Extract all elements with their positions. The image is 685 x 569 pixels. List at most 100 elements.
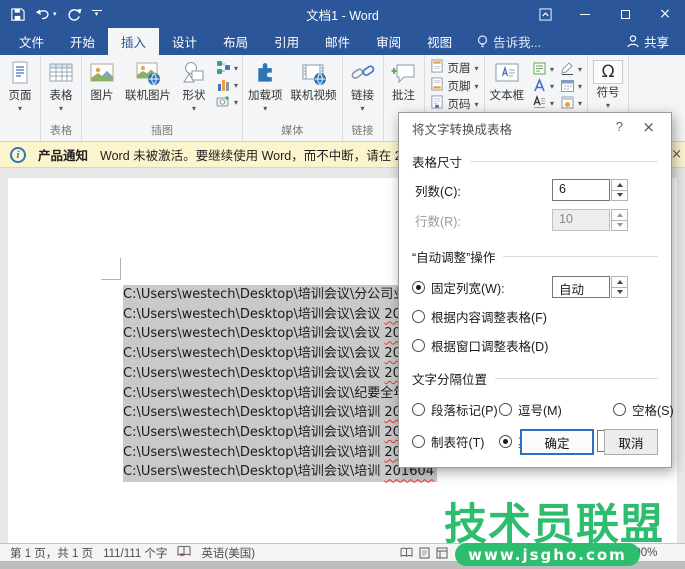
share-button[interactable]: 共享 — [619, 28, 677, 55]
notification-close-icon[interactable]: × — [671, 147, 682, 162]
paragraph-marks-radio[interactable] — [412, 403, 425, 416]
document-line[interactable]: C:\Users\westech\Desktop\培训会议\培训 201602 — [123, 423, 437, 443]
header-button[interactable]: 页眉▾ — [430, 59, 479, 76]
signature-line-button[interactable]: ▾ — [560, 61, 582, 76]
button-label: 批注 — [392, 90, 415, 103]
word-count[interactable]: 111/111 个字 — [103, 545, 167, 561]
wordart-button[interactable]: ▾ — [532, 78, 554, 93]
chart-button[interactable]: ▾ — [216, 77, 238, 92]
shapes-button[interactable]: 形状▾ — [175, 56, 213, 113]
undo-icon[interactable]: ▾ — [35, 8, 57, 21]
title-and-tab-bar: ▾ ▾ 文档1 - Word × 文件开始插入设计布局引用邮件审阅视图 — [0, 0, 685, 55]
tab-design[interactable]: 设计 — [159, 28, 210, 55]
picture-button[interactable]: 图片 — [83, 56, 121, 103]
document-line[interactable]: C:\Users\westech\Desktop\培训会议\培训 201601 — [123, 403, 437, 423]
columns-spinner[interactable]: 6 — [552, 179, 628, 201]
button-label: 图片 — [91, 90, 114, 103]
dropdown-arrow-icon: ▾ — [192, 105, 196, 113]
tab-file[interactable]: 文件 — [6, 28, 57, 55]
redo-icon[interactable] — [67, 8, 82, 21]
close-button[interactable]: × — [645, 0, 685, 28]
table-button[interactable]: 表格▾ — [42, 56, 80, 113]
document-line[interactable]: C:\Users\westech\Desktop\培训会议\会议 201601 — [123, 305, 437, 325]
object-button[interactable]: ▾ — [560, 95, 582, 110]
autofit-contents-radio[interactable] — [412, 310, 425, 323]
tab-home[interactable]: 开始 — [57, 28, 108, 55]
link-button[interactable]: 链接▾ — [344, 56, 382, 113]
group-label — [1, 124, 39, 141]
spin-up-button[interactable] — [611, 179, 628, 191]
customize-quick-access-icon[interactable]: ▾ — [92, 10, 102, 18]
proofing-error-icon[interactable] — [177, 545, 191, 560]
tab-view[interactable]: 视图 — [414, 28, 465, 55]
cancel-button[interactable]: 取消 — [604, 429, 658, 455]
document-line[interactable]: C:\Users\westech\Desktop\培训会议\纪要全年 ↵ — [123, 384, 426, 404]
columns-value[interactable]: 6 — [552, 179, 610, 201]
video-button[interactable]: 联机视频 — [287, 56, 341, 103]
date-time-icon — [560, 78, 575, 93]
footer-button[interactable]: 页脚▾ — [430, 77, 479, 94]
tab-insert[interactable]: 插入 — [108, 28, 159, 55]
omega-button[interactable]: Ω符号▾ — [589, 56, 627, 110]
minimize-button[interactable] — [565, 0, 605, 28]
notification-message: Word 未被激活。要继续使用 Word，而不中断，请在 2016年 — [100, 145, 435, 164]
spaces-label: 空格(S) — [632, 400, 674, 419]
page-button[interactable]: 页面▾ — [1, 56, 39, 113]
tab-review[interactable]: 审阅 — [363, 28, 414, 55]
addin-button[interactable]: 加载项▾ — [244, 56, 287, 113]
autofit-window-radio[interactable] — [412, 339, 425, 352]
document-line[interactable]: C:\Users\westech\Desktop\培训会议\分公司业务汇 — [123, 285, 435, 305]
spaces-radio[interactable] — [613, 403, 626, 416]
spin-down-button[interactable] — [611, 288, 628, 299]
maximize-button[interactable] — [605, 0, 645, 28]
comment-button[interactable]: 批注 — [385, 56, 423, 103]
drop-cap-button[interactable]: ▾ — [532, 95, 554, 110]
group-label: 媒体 — [244, 124, 341, 141]
fixed-column-width-label: 固定列宽(W): — [431, 278, 505, 297]
tell-me-label: 告诉我... — [493, 32, 541, 51]
document-line[interactable]: C:\Users\westech\Desktop\培训会议\培训 201604 — [123, 462, 437, 482]
dialog-close-icon[interactable]: × — [642, 118, 655, 136]
document-line[interactable]: C:\Users\westech\Desktop\培训会议\会议 201602 — [123, 324, 437, 344]
textbox-icon — [494, 60, 520, 86]
document-part-button[interactable]: ▾ — [532, 61, 554, 76]
dialog-help-icon[interactable]: ? — [616, 119, 623, 134]
group-label: 表格 — [42, 124, 80, 141]
button-label: 联机视频 — [291, 90, 337, 103]
ribbon-display-options-icon[interactable] — [525, 0, 565, 28]
document-part-icon — [532, 61, 547, 76]
table-icon — [48, 60, 74, 86]
spin-down-button[interactable] — [611, 191, 628, 202]
tab-mailings[interactable]: 邮件 — [312, 28, 363, 55]
pagenum-button[interactable]: 页码▾ — [430, 95, 479, 112]
date-time-button[interactable]: ▾ — [560, 78, 582, 93]
page-indicator[interactable]: 第 1 页，共 1 页 — [10, 545, 93, 561]
button-label: 加载项 — [248, 90, 283, 103]
print-layout-icon[interactable] — [419, 547, 430, 559]
tab-references[interactable]: 引用 — [261, 28, 312, 55]
language-indicator[interactable]: 英语(美国) — [201, 545, 255, 561]
smartart-button[interactable]: ▾ — [216, 60, 238, 75]
group-label: 插图 — [83, 124, 241, 141]
document-line[interactable]: C:\Users\westech\Desktop\培训会议\培训 201603 — [123, 443, 437, 463]
notification-title: 产品通知 — [38, 145, 88, 164]
fixed-column-width-radio[interactable] — [412, 281, 425, 294]
fixed-width-value[interactable]: 自动 — [552, 276, 610, 298]
pagenum-icon — [430, 95, 444, 112]
commas-radio[interactable] — [499, 403, 512, 416]
document-line[interactable]: C:\Users\westech\Desktop\培训会议\会议 201603 — [123, 344, 437, 364]
spin-up-button[interactable] — [611, 276, 628, 288]
screenshot-button[interactable]: ▾ — [216, 94, 238, 109]
picture-globe-button[interactable]: 联机图片 — [121, 56, 175, 103]
selected-text-block[interactable]: C:\Users\westech\Desktop\培训会议\分公司业务汇C:\U… — [123, 285, 437, 482]
save-icon[interactable] — [10, 7, 25, 22]
tab-layout[interactable]: 布局 — [210, 28, 261, 55]
textbox-button[interactable]: 文本框 — [486, 56, 529, 103]
document-line[interactable]: C:\Users\westech\Desktop\培训会议\会议 201604 — [123, 364, 437, 384]
fixed-width-spinner[interactable]: 自动 — [552, 276, 628, 298]
read-mode-icon[interactable] — [400, 547, 413, 558]
video-icon — [301, 60, 327, 86]
tell-me-box[interactable]: 告诉我... — [465, 28, 553, 55]
ok-button[interactable]: 确定 — [520, 429, 594, 455]
convert-text-to-table-dialog: 将文字转换成表格 ? × 表格尺寸 列数(C): 6 行数(R): 10 “自动… — [398, 112, 672, 468]
